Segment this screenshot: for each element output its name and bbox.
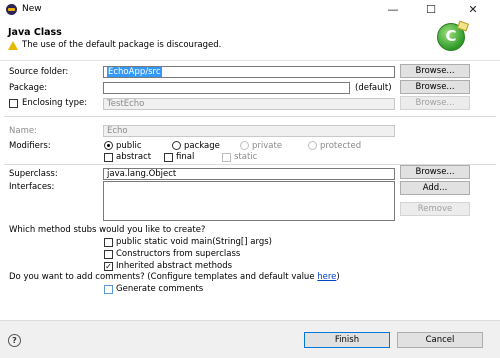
package-default-hint: (default) — [355, 83, 392, 93]
modifier-package-radio[interactable] — [172, 141, 181, 150]
constructors-label: Constructors from superclass — [116, 249, 241, 259]
package-browse-button[interactable]: Browse... — [400, 80, 470, 94]
separator — [4, 116, 496, 117]
static-label: static — [234, 152, 258, 162]
warning-message: The use of the default package is discou… — [22, 40, 222, 50]
main-method-checkbox[interactable] — [104, 238, 113, 247]
final-label: final — [176, 152, 195, 162]
modifier-private-radio[interactable] — [240, 141, 249, 150]
generate-comments-checkbox[interactable] — [104, 285, 113, 294]
modifier-public-label: public — [116, 141, 142, 151]
modifier-protected-radio[interactable] — [308, 141, 317, 150]
interfaces-list[interactable] — [103, 181, 395, 221]
main-method-label: public static void main(String[] args) — [116, 237, 272, 247]
warning-icon — [8, 41, 18, 50]
comments-question: Do you want to add comments? (Configure … — [9, 272, 340, 282]
final-checkbox[interactable] — [164, 153, 173, 162]
superclass-label: Superclass: — [9, 169, 58, 179]
name-input[interactable]: Echo — [103, 125, 395, 137]
enclosing-type-input[interactable]: TestEcho — [103, 98, 395, 110]
minimize-button[interactable]: — — [378, 1, 408, 19]
generate-comments-label: Generate comments — [116, 284, 204, 294]
window-title: New — [22, 4, 42, 14]
remove-interface-button[interactable]: Remove — [400, 202, 470, 216]
method-stubs-question: Which method stubs would you like to cre… — [9, 225, 206, 235]
inherited-methods-checkbox[interactable]: ✓ — [104, 262, 113, 271]
static-checkbox[interactable] — [222, 153, 231, 162]
superclass-input[interactable]: java.lang.Object — [103, 168, 395, 180]
help-icon[interactable]: ? — [8, 334, 21, 347]
source-folder-label: Source folder: — [9, 67, 69, 77]
source-folder-input[interactable]: EchoApp/src — [103, 66, 395, 78]
eclipse-app-icon — [6, 4, 17, 15]
enclosing-type-browse-button[interactable]: Browse... — [400, 96, 470, 110]
new-class-wizard-logo: C — [437, 23, 465, 51]
modifier-package-label: package — [184, 141, 220, 151]
superclass-browse-button[interactable]: Browse... — [400, 165, 470, 179]
modifier-public-radio[interactable] — [104, 141, 113, 150]
maximize-button[interactable]: ☐ — [416, 1, 446, 19]
finish-button[interactable]: Finish — [304, 332, 390, 348]
package-label: Package: — [9, 83, 48, 93]
cancel-button[interactable]: Cancel — [397, 332, 483, 348]
name-label: Name: — [9, 126, 37, 136]
package-input[interactable] — [103, 82, 350, 94]
abstract-checkbox[interactable] — [104, 153, 113, 162]
modifiers-label: Modifiers: — [9, 141, 51, 151]
modifier-protected-label: protected — [320, 141, 362, 151]
constructors-checkbox[interactable] — [104, 250, 113, 259]
inherited-methods-label: Inherited abstract methods — [116, 261, 233, 271]
close-button[interactable]: ✕ — [458, 1, 488, 19]
source-folder-browse-button[interactable]: Browse... — [400, 64, 470, 78]
add-interface-button[interactable]: Add... — [400, 181, 470, 195]
abstract-label: abstract — [116, 152, 152, 162]
wizard-title: Java Class — [8, 27, 62, 38]
enclosing-type-checkbox[interactable] — [9, 99, 18, 108]
configure-templates-link[interactable]: here — [317, 272, 336, 282]
interfaces-label: Interfaces: — [9, 182, 55, 192]
modifier-private-label: private — [252, 141, 283, 151]
enclosing-type-label: Enclosing type: — [22, 98, 88, 108]
